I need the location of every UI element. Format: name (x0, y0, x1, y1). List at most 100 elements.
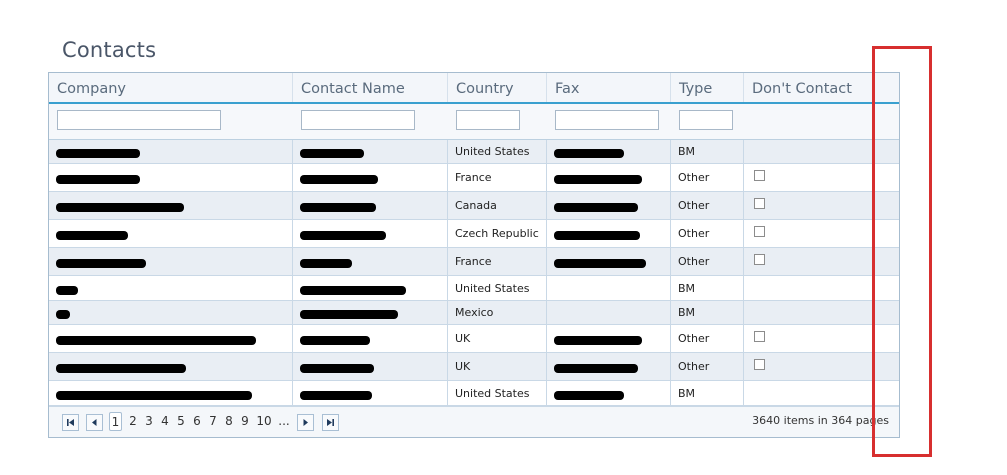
cell-type: Other (671, 325, 744, 352)
page-link-6[interactable]: 6 (191, 412, 203, 431)
table-row[interactable]: UK Other (49, 353, 899, 381)
pager: 1 2 3 4 5 6 7 8 9 10... 3640 items in 364 pages (49, 406, 899, 437)
cell-company (49, 325, 293, 352)
fax-filter-input[interactable] (555, 110, 659, 130)
last-page-icon (327, 419, 334, 426)
cell-country: France (448, 248, 547, 275)
cell-type: Other (671, 164, 744, 191)
cell-country: UK (448, 325, 547, 352)
cell-contact (293, 220, 448, 247)
cell-company (49, 381, 293, 405)
redacted-value (300, 390, 372, 400)
cell-company (49, 192, 293, 219)
page-link-7[interactable]: 7 (207, 412, 219, 431)
cell-country: Czech Republic (448, 220, 547, 247)
dont-contact-checkbox[interactable] (754, 198, 765, 209)
items-in-label: items in (783, 414, 828, 427)
page-link-2[interactable]: 2 (127, 412, 139, 431)
cell-country: UK (448, 353, 547, 380)
cell-company (49, 248, 293, 275)
cell-type: Other (671, 248, 744, 275)
cell-company (49, 301, 293, 324)
table-row[interactable]: France Other (49, 248, 899, 276)
redacted-value (300, 336, 370, 345)
column-header-country[interactable]: Country (448, 73, 547, 102)
last-page-button[interactable] (322, 414, 339, 431)
page-title: Contacts (62, 38, 157, 62)
table-row[interactable]: Mexico BM (49, 301, 899, 325)
grid-header: Company Contact Name Country Fax Type Do… (49, 73, 899, 104)
prev-page-button[interactable] (86, 414, 103, 431)
cell-company (49, 140, 293, 163)
cell-contact (293, 301, 448, 324)
cell-type: Other (671, 220, 744, 247)
cell-contact (293, 325, 448, 352)
dont-contact-checkbox[interactable] (754, 170, 765, 181)
page-link-4[interactable]: 4 (159, 412, 171, 431)
table-row[interactable]: Canada Other (49, 192, 899, 220)
cell-company (49, 164, 293, 191)
redacted-value (56, 259, 146, 268)
page-link-9[interactable]: 9 (239, 412, 251, 431)
table-row[interactable]: United States BM (49, 140, 899, 164)
table-row[interactable]: UK Other (49, 325, 899, 353)
column-header-fax[interactable]: Fax (547, 73, 671, 102)
redacted-value (554, 259, 646, 268)
dont-contact-checkbox[interactable] (754, 359, 765, 370)
page-link-10[interactable]: 10 (255, 412, 273, 431)
page-link-1[interactable]: 1 (109, 412, 122, 431)
total-pages: 364 (831, 414, 853, 427)
page-link-3[interactable]: 3 (143, 412, 155, 431)
country-filter-input[interactable] (456, 110, 520, 130)
table-row[interactable]: Czech Republic Other (49, 220, 899, 248)
cell-fax (547, 276, 671, 300)
first-page-button[interactable] (62, 414, 79, 431)
table-row[interactable]: United States BM (49, 381, 899, 406)
redacted-value (300, 285, 406, 295)
cell-contact (293, 381, 448, 405)
cell-country: United States (448, 140, 547, 163)
next-page-button[interactable] (297, 414, 314, 431)
redacted-value (56, 231, 128, 240)
cell-country: Canada (448, 192, 547, 219)
cell-contact (293, 140, 448, 163)
dont-contact-checkbox[interactable] (754, 331, 765, 342)
prev-page-icon (92, 419, 97, 426)
pager-ellipsis[interactable]: ... (277, 412, 291, 431)
company-filter-input[interactable] (57, 110, 221, 130)
redacted-value (300, 149, 364, 158)
page-link-8[interactable]: 8 (223, 412, 235, 431)
redacted-value (300, 203, 376, 212)
cell-type: BM (671, 276, 744, 300)
column-header-company[interactable]: Company (49, 73, 293, 102)
cell-fax (547, 192, 671, 219)
cell-country: United States (448, 381, 547, 405)
redacted-value (56, 310, 70, 319)
redacted-value (56, 336, 256, 345)
filter-row (49, 104, 899, 140)
redacted-value (554, 364, 638, 373)
type-filter-input[interactable] (679, 110, 733, 130)
cell-type: Other (671, 353, 744, 380)
column-header-contact-name[interactable]: Contact Name (293, 73, 448, 102)
redacted-value (56, 390, 252, 400)
total-items: 3640 (752, 414, 781, 427)
dont-contact-checkbox[interactable] (754, 226, 765, 237)
cell-type: BM (671, 381, 744, 405)
cell-fax (547, 353, 671, 380)
dont-contact-checkbox[interactable] (754, 254, 765, 265)
cell-company (49, 220, 293, 247)
redacted-value (554, 203, 638, 212)
table-row[interactable]: United States BM (49, 276, 899, 301)
contacts-grid: Company Contact Name Country Fax Type Do… (48, 72, 900, 438)
cell-fax (547, 248, 671, 275)
table-row[interactable]: France Other (49, 164, 899, 192)
cell-company (49, 276, 293, 300)
contact-filter-input[interactable] (301, 110, 415, 130)
cell-contact (293, 248, 448, 275)
redacted-value (554, 336, 642, 345)
page-link-5[interactable]: 5 (175, 412, 187, 431)
cell-contact (293, 192, 448, 219)
column-header-type[interactable]: Type (671, 73, 744, 102)
redacted-value (554, 149, 624, 158)
